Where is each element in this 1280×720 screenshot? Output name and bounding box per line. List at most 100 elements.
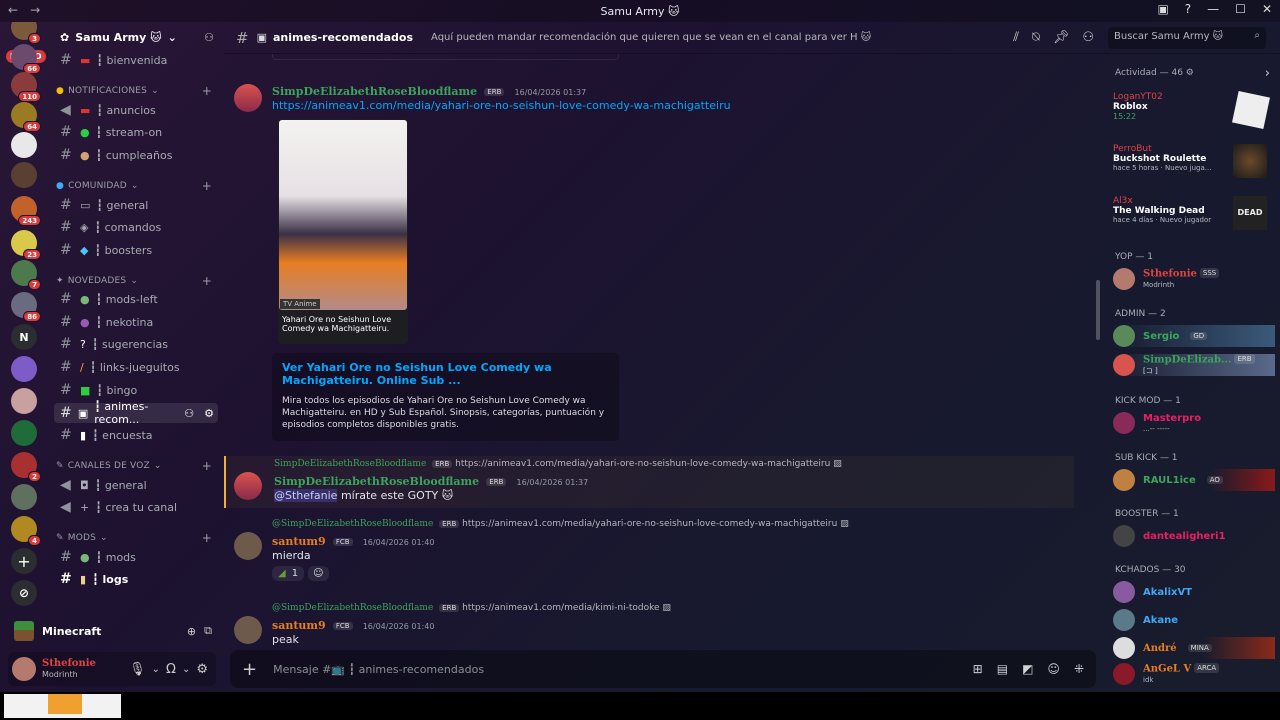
add-channel-icon[interactable]: + <box>202 84 212 98</box>
message-link[interactable]: https://animeav1.com/media/yahari-ore-no… <box>272 99 731 112</box>
message-input[interactable]: Mensaje #📺 ┇ animes-recomendados <box>273 663 484 676</box>
chat-scrollbar[interactable] <box>1096 280 1100 340</box>
channel-mods-left[interactable]: # ● ┇ mods-left <box>54 289 218 309</box>
channel-animes-recomendados[interactable]: # ▣ ┇ animes-recom... ⚇ ⚙ <box>54 400 218 426</box>
channel-bingo[interactable]: # ■ ┇ bingo <box>54 380 218 400</box>
discover-icon[interactable]: ⊘ <box>11 580 37 606</box>
help-icon[interactable]: ? <box>1185 2 1191 16</box>
gear-icon[interactable]: ⚙ <box>1186 68 1194 78</box>
channel-links-jueguitos[interactable]: # / ┇ links-jueguitos <box>54 357 218 377</box>
gear-icon[interactable]: ⚙ <box>196 662 208 677</box>
avatar[interactable] <box>234 84 262 112</box>
upload-plus-icon[interactable]: + <box>242 659 257 680</box>
anime-card[interactable]: TV Anime Yahari Ore no Seishun Love Come… <box>278 119 408 344</box>
server-icon[interactable]: 4 <box>11 516 41 546</box>
server-icon[interactable]: 64 <box>11 102 41 132</box>
server-icon[interactable] <box>11 420 37 446</box>
message-author[interactable]: SimpDeElizabethRoseBloodflame <box>274 475 479 488</box>
voice-channel-crea[interactable]: ◀ + ┇ crea tu canal <box>54 497 218 517</box>
channel-anuncios[interactable]: ◀ ▬ ┇ anuncios <box>54 100 218 120</box>
channel-bienvenida[interactable]: # ▬ ┇ bienvenida <box>54 50 218 70</box>
channel-cumpleanos[interactable]: # ● ┇ cumpleaños <box>54 145 218 165</box>
category-novedades[interactable]: ✦ NOVEDADES ⌄ + <box>56 274 212 288</box>
add-reaction-icon[interactable]: ☺ <box>308 566 329 581</box>
emoji-icon[interactable]: ☺ <box>1047 662 1060 676</box>
channel-boosters[interactable]: # ◆ ┇ boosters <box>54 240 218 260</box>
server-icon[interactable]: 243 <box>11 196 41 226</box>
chevron-down-icon[interactable]: ⌄ <box>152 664 160 675</box>
message-author[interactable]: santum9 <box>272 619 326 632</box>
microphone-icon[interactable]: 🎙︎ <box>129 662 146 677</box>
category-notificaciones[interactable]: ● NOTIFICACIONES ⌄ + <box>56 84 212 98</box>
voice-channel-general[interactable]: ◀ ◘ ┇ general <box>54 475 218 495</box>
avatar[interactable] <box>12 657 36 681</box>
member-item[interactable]: SimpDeElizab... ERB [コ ] <box>1113 354 1275 376</box>
member-item[interactable]: RAUL1ice AO <box>1113 469 1275 491</box>
server-icon[interactable] <box>11 484 37 510</box>
pin-icon[interactable]: 📌︎ <box>1053 30 1070 45</box>
activity-card[interactable]: LoganYT02 Roblox 15:22 <box>1113 91 1273 136</box>
back-arrow-icon[interactable]: ← <box>8 3 18 17</box>
chevron-right-icon[interactable]: › <box>1265 66 1270 81</box>
minimize-icon[interactable]: — <box>1207 2 1219 16</box>
member-item[interactable]: AnGeL V ARCA idk <box>1113 663 1275 685</box>
member-item[interactable]: dantealigheri1 <box>1113 525 1275 547</box>
message-author[interactable]: santum9 <box>272 535 326 548</box>
category-canales-de-voz[interactable]: ✎ CANALES DE VOZ ⌄ + <box>56 459 212 473</box>
channel-topic[interactable]: Aquí pueden mandar recomendación que qui… <box>431 32 871 43</box>
threads-icon[interactable]: ⫽ <box>1013 30 1019 45</box>
server-icon[interactable]: 66 <box>11 44 41 74</box>
guild-header[interactable]: ✿ Samu Army 🐱 ⌄ ⚇ <box>48 22 224 52</box>
message-author[interactable]: SimpDeElizabethRoseBloodflame <box>272 85 477 98</box>
maximize-icon[interactable]: ☐ <box>1235 2 1246 16</box>
channel-nekotina[interactable]: # ● ┇ nekotina <box>54 312 218 332</box>
reply-preview[interactable]: @SimpDeElizabethRoseBloodflame ERB https… <box>272 603 671 613</box>
reply-preview[interactable]: @SimpDeElizabethRoseBloodflame ERB https… <box>272 519 849 529</box>
close-icon[interactable]: ✕ <box>1262 2 1272 16</box>
category-comunidad[interactable]: ● COMUNIDAD ⌄ + <box>56 179 212 193</box>
channel-general[interactable]: # ▭ ┇ general <box>54 195 218 215</box>
category-mods[interactable]: ✎ MODS ⌄ + <box>56 531 212 545</box>
server-icon[interactable] <box>11 162 37 188</box>
message-composer[interactable]: + Mensaje #📺 ┇ animes-recomendados ⊞ ▤ ◩… <box>230 650 1096 688</box>
member-item[interactable]: Akane <box>1113 609 1275 631</box>
activity-card[interactable]: Al3x The Walking Dead hace 4 días · Nuev… <box>1113 196 1273 240</box>
members-icon[interactable]: ⚇ <box>1082 30 1094 45</box>
headphones-icon[interactable]: Ω <box>166 662 176 677</box>
server-icon[interactable]: 7 <box>11 260 41 290</box>
inbox-icon[interactable]: ▣ <box>1157 2 1168 16</box>
chevron-down-icon[interactable]: ⌄ <box>182 664 190 675</box>
invite-icon[interactable]: ⚇ <box>184 407 194 420</box>
embed-title[interactable]: Ver Yahari Ore no Seishun Love Comedy wa… <box>282 361 609 387</box>
server-icon[interactable]: 86 <box>11 292 41 322</box>
server-icon[interactable]: 2 <box>11 452 41 482</box>
member-item[interactable]: Sthefonie SSS Modrinth <box>1113 268 1275 290</box>
channel-stream-on[interactable]: # ● ┇ stream-on <box>54 122 218 142</box>
invite-icon[interactable]: ⚇ <box>204 31 214 44</box>
server-icon[interactable]: 110 <box>11 72 41 102</box>
server-icon[interactable] <box>11 356 37 382</box>
avatar[interactable] <box>234 472 262 500</box>
add-channel-icon[interactable]: + <box>202 274 212 288</box>
server-icon[interactable]: 23 <box>11 230 41 260</box>
server-icon[interactable] <box>11 388 37 414</box>
member-item[interactable]: Masterpro ...-- ----- <box>1113 412 1275 434</box>
member-item[interactable]: Sergio GD <box>1113 325 1275 347</box>
mute-bell-icon[interactable]: ⍉ <box>1032 30 1040 45</box>
server-icon[interactable]: N <box>11 324 37 350</box>
member-item[interactable]: André MINA <box>1113 637 1275 659</box>
screen-share-icon[interactable]: ⧉ <box>204 624 212 638</box>
channel-encuesta[interactable]: # ▮ ┇ encuesta <box>54 425 218 445</box>
avatar[interactable] <box>234 532 262 560</box>
controller-icon[interactable]: ⊕ <box>187 625 196 638</box>
add-server-icon[interactable]: + <box>11 548 37 574</box>
server-icon[interactable]: 3 <box>11 22 41 44</box>
reaction-button[interactable]: ◢ 1 <box>272 566 305 581</box>
channel-sugerencias[interactable]: #? ┇ sugerencias <box>54 334 218 354</box>
channel-comandos[interactable]: # ◈ ┇ comandos <box>54 217 218 237</box>
search-input[interactable]: Buscar Samu Army 🐱 ⌕ <box>1108 27 1266 49</box>
activity-card[interactable]: PerroBut Buckshot Roulette hace 5 horas … <box>1113 144 1273 188</box>
add-channel-icon[interactable]: + <box>202 179 212 193</box>
add-channel-icon[interactable]: + <box>202 531 212 545</box>
channel-mods[interactable]: # ● ┇ mods <box>54 547 218 567</box>
